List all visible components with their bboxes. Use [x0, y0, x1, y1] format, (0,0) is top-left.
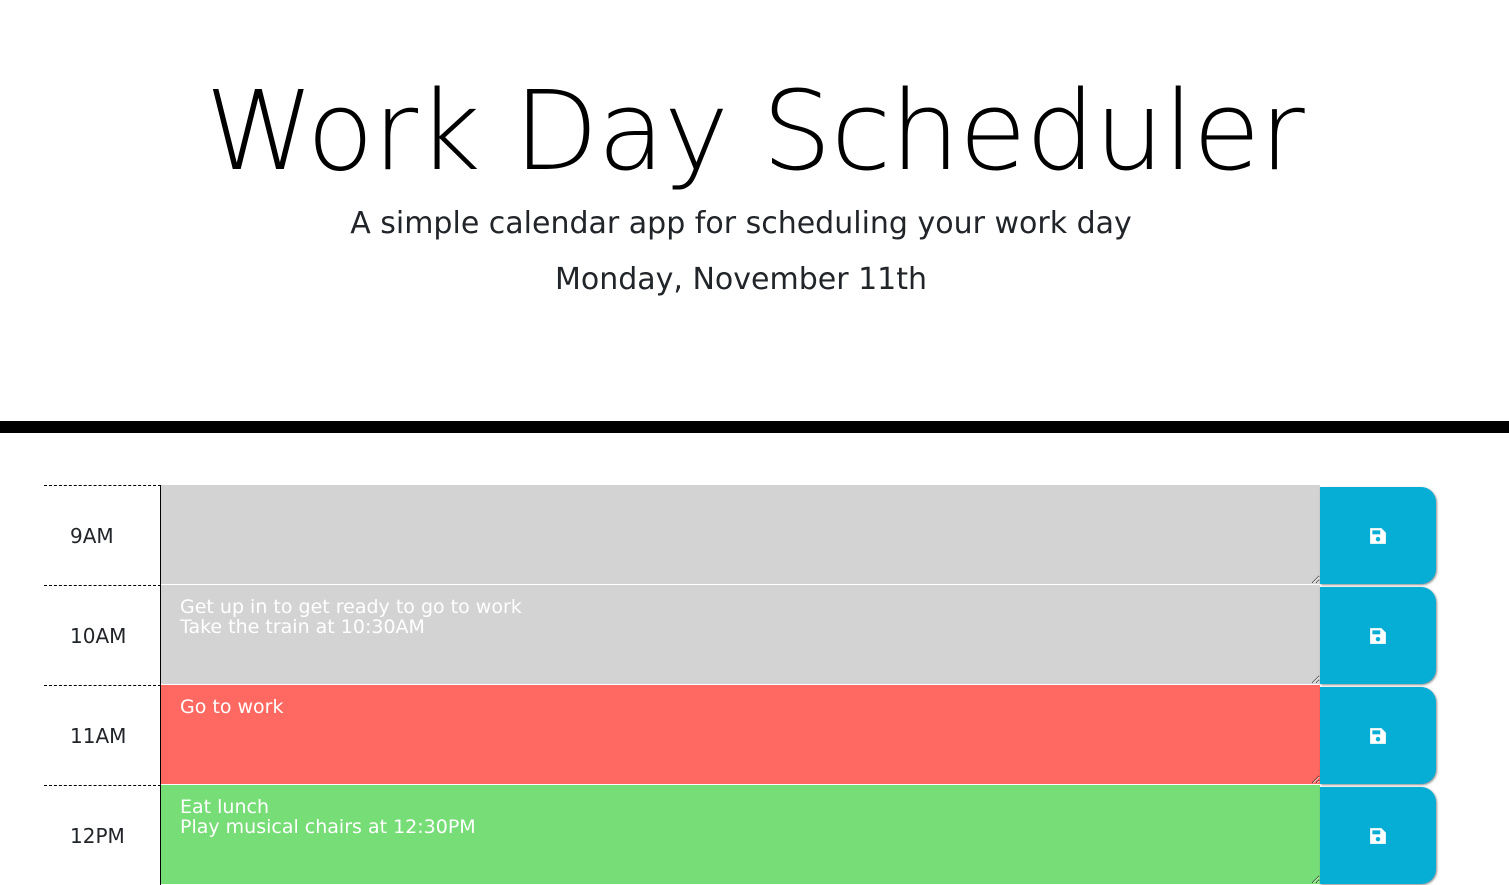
hour-label: 9AM [44, 485, 161, 585]
current-day: Monday, November 11th [554, 262, 928, 297]
description-input[interactable]: Eat lunch Play musical chairs at 12:30PM [161, 785, 1320, 885]
header-divider [0, 421, 1509, 433]
save-button[interactable] [1320, 687, 1436, 784]
page-title: Work Day Scheduler [205, 67, 1304, 195]
floppy-disk-icon [1370, 627, 1386, 644]
floppy-disk-icon [1370, 527, 1386, 544]
description-input[interactable]: Go to work [161, 685, 1320, 785]
description-input[interactable]: Get up in to get ready to go to work Tak… [161, 585, 1320, 685]
description-input[interactable] [161, 485, 1320, 585]
hour-label: 11AM [44, 685, 161, 785]
save-button[interactable] [1320, 587, 1436, 684]
schedule-container: 9AM 10AM Get up in to get ready to go to… [44, 485, 1437, 885]
time-block-9am: 9AM [44, 485, 1437, 585]
hour-label: 12PM [44, 785, 161, 885]
header: Work Day Scheduler A simple calendar app… [0, 0, 1509, 421]
floppy-disk-icon [1370, 827, 1386, 844]
page-subtitle: A simple calendar app for scheduling you… [350, 206, 1132, 241]
time-block-12pm: 12PM Eat lunch Play musical chairs at 12… [44, 785, 1437, 885]
time-block-10am: 10AM Get up in to get ready to go to wor… [44, 585, 1437, 685]
save-button[interactable] [1320, 787, 1436, 884]
floppy-disk-icon [1370, 727, 1386, 744]
save-button[interactable] [1320, 487, 1436, 584]
time-block-11am: 11AM Go to work [44, 685, 1437, 785]
hour-label: 10AM [44, 585, 161, 685]
